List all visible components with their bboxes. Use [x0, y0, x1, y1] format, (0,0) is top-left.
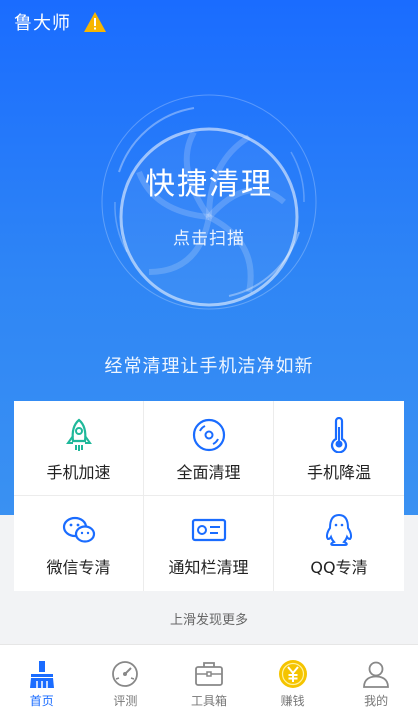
swipe-more-hint: 上滑发现更多	[169, 613, 248, 628]
feature-label: QQ专清	[310, 558, 368, 577]
notification-card-icon	[191, 518, 227, 542]
wechat-icon	[62, 516, 96, 543]
top-bar: 鲁大师	[14, 8, 107, 36]
gauge-icon	[112, 661, 139, 687]
feature-qq-clean[interactable]: QQ专清	[274, 496, 404, 591]
tab-label: 工具箱	[190, 694, 227, 708]
tab-benchmark[interactable]: 评测	[84, 645, 168, 718]
tab-toolbox[interactable]: 工具箱	[167, 645, 251, 718]
broom-home-icon	[29, 661, 54, 688]
slogan-text: 经常清理让手机洁净如新	[104, 356, 314, 377]
tab-home[interactable]: 首页	[0, 645, 84, 718]
tab-earn[interactable]: 赚钱	[251, 645, 335, 718]
bottom-tab-bar: 首页 评测 工具箱 赚钱 我的	[0, 644, 418, 718]
feature-grid: 手机加速 全面清理 手机降温 微信专清 通知栏清理 QQ专清	[14, 401, 404, 591]
quick-clean-label[interactable]: 快捷清理	[0, 159, 418, 203]
feature-label: 手机降温	[306, 463, 371, 482]
feature-full-clean[interactable]: 全面清理	[144, 401, 274, 496]
feature-phone-boost[interactable]: 手机加速	[14, 401, 144, 496]
warning-icon[interactable]	[83, 11, 107, 33]
tab-label: 我的	[364, 694, 389, 708]
feature-wechat-clean[interactable]: 微信专清	[14, 496, 144, 591]
tap-scan-label[interactable]: 点击扫描	[0, 224, 418, 249]
tab-label: 首页	[29, 694, 54, 708]
disc-clean-icon	[192, 418, 226, 452]
feature-label: 全面清理	[176, 463, 241, 482]
tab-profile[interactable]: 我的	[334, 645, 418, 718]
yuan-coin-icon	[278, 660, 307, 688]
feature-phone-cool[interactable]: 手机降温	[274, 401, 404, 496]
tab-label: 赚钱	[280, 694, 305, 708]
feature-label: 通知栏清理	[168, 558, 249, 577]
app-title: 鲁大师	[14, 13, 71, 34]
tab-label: 评测	[113, 694, 138, 708]
qq-penguin-icon	[325, 513, 353, 546]
toolbox-icon	[195, 662, 223, 686]
feature-label: 微信专清	[46, 558, 111, 577]
user-icon	[363, 661, 390, 688]
thermometer-icon	[330, 417, 348, 453]
rocket-icon	[66, 418, 92, 451]
feature-notification-clean[interactable]: 通知栏清理	[144, 496, 274, 591]
feature-label: 手机加速	[46, 463, 111, 482]
